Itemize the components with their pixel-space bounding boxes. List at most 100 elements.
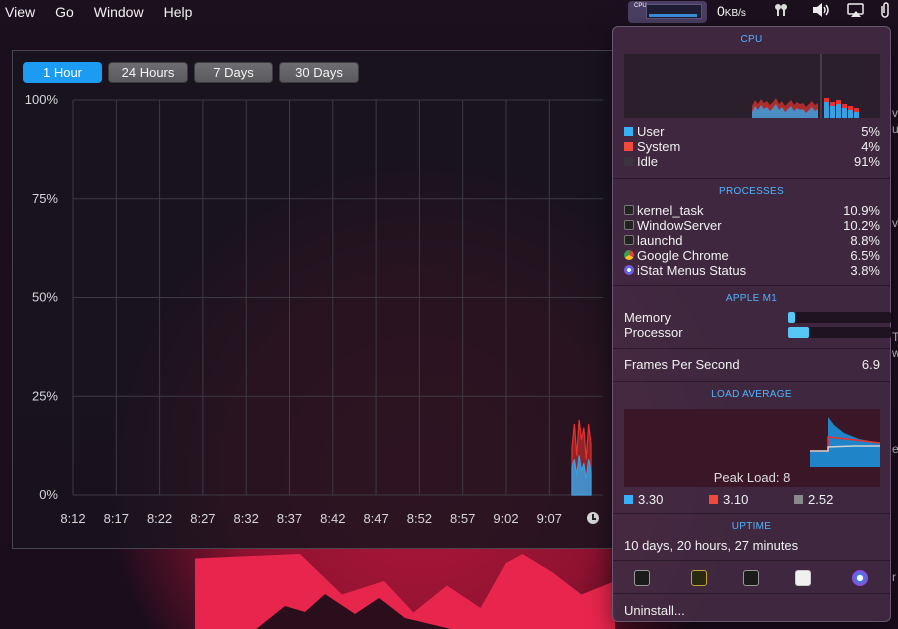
edge-text-fragment: e xyxy=(892,442,898,456)
load-average-section-title: LOAD AVERAGE xyxy=(711,389,792,400)
cpu-system-value: 4% xyxy=(861,139,880,154)
mini-bar xyxy=(854,112,859,118)
divider xyxy=(613,285,890,286)
process-name: WindowServer xyxy=(637,218,722,233)
cpu-row-user: User 5% xyxy=(624,124,880,139)
x-tick-label: 8:22 xyxy=(147,511,172,526)
divider xyxy=(613,381,890,382)
process-cpu: 3.8% xyxy=(850,263,880,278)
mini-bar xyxy=(848,110,853,118)
load-15min-swatch xyxy=(794,495,803,504)
process-row[interactable]: Google Chrome 6.5% xyxy=(624,248,880,263)
screen-mirroring-icon[interactable] xyxy=(847,2,865,23)
uninstall-menu-item[interactable]: Uninstall... xyxy=(624,603,685,618)
process-row[interactable]: WindowServer 10.2% xyxy=(624,218,880,233)
x-tick-label: 8:57 xyxy=(450,511,475,526)
divider xyxy=(613,513,890,514)
network-rate-value: 0 xyxy=(717,3,725,19)
process-name: iStat Menus Status xyxy=(637,263,747,278)
uptime-row: 10 days, 20 hours, 27 minutes xyxy=(624,538,880,553)
fps-row: Frames Per Second 6.9 xyxy=(624,357,880,372)
x-tick-label: 8:17 xyxy=(104,511,129,526)
divider xyxy=(613,593,890,594)
apple-m1-section-title: APPLE M1 xyxy=(725,293,778,304)
x-tick-label: 8:32 xyxy=(234,511,259,526)
y-tick-label: 0% xyxy=(39,487,58,502)
edge-text-fragment: v xyxy=(892,106,898,120)
menu-go[interactable]: Go xyxy=(50,4,89,20)
processor-meter-fill xyxy=(788,327,809,338)
divider xyxy=(613,178,890,179)
divider xyxy=(613,348,890,349)
mini-bar-cap xyxy=(824,98,829,102)
memory-row: Memory xyxy=(624,310,891,325)
menu-view[interactable]: View xyxy=(0,4,50,20)
processor-row: Processor xyxy=(624,325,891,340)
load-5min-swatch xyxy=(709,495,718,504)
load-15min-value: 2.52 xyxy=(808,492,834,507)
user-color-swatch xyxy=(624,127,633,136)
process-cpu: 10.9% xyxy=(843,203,880,218)
load-1min-value: 3.30 xyxy=(638,492,664,507)
network-rate[interactable]: 0KB/s xyxy=(717,3,746,19)
airpods-icon[interactable] xyxy=(773,2,789,23)
cpu-system-label: System xyxy=(637,139,681,154)
cpu-tag: CPU xyxy=(634,3,647,9)
load-5min-value: 3.10 xyxy=(723,492,749,507)
mini-bar xyxy=(824,102,829,118)
mini-bar-cap xyxy=(842,104,847,108)
process-name: launchd xyxy=(637,233,683,248)
cpu-menubar-widget[interactable]: CPU xyxy=(628,1,707,23)
terminal-icon xyxy=(624,220,634,230)
process-row[interactable]: launchd 8.8% xyxy=(624,233,880,248)
menu-bar: View Go Window Help xyxy=(0,0,898,24)
mini-bar-cap xyxy=(836,100,841,104)
y-tick-label: 25% xyxy=(32,388,58,403)
process-row[interactable]: kernel_task 10.9% xyxy=(624,203,880,218)
cpu-mini-graph xyxy=(646,4,702,19)
terminal-icon xyxy=(624,235,634,245)
system-info-icon[interactable] xyxy=(795,570,811,586)
y-tick-label: 75% xyxy=(32,191,58,206)
mini-bar-cap xyxy=(854,108,859,112)
processor-meter xyxy=(788,327,891,338)
process-row[interactable]: iStat Menus Status 3.8% xyxy=(624,263,880,278)
mini-bar xyxy=(836,104,841,118)
mini-bar-cap xyxy=(830,102,835,106)
menu-window[interactable]: Window xyxy=(89,4,159,20)
memory-label: Memory xyxy=(624,310,671,325)
x-tick-label: 8:37 xyxy=(277,511,302,526)
clock-icon[interactable] xyxy=(587,512,599,524)
x-tick-label: 8:47 xyxy=(363,511,388,526)
network-rate-unit: KB/s xyxy=(724,8,746,19)
x-tick-label: 8:42 xyxy=(320,511,345,526)
x-tick-label: 9:07 xyxy=(537,511,562,526)
paperclip-icon[interactable] xyxy=(879,2,891,23)
menu-help[interactable]: Help xyxy=(159,4,208,20)
edge-text-fragment: v xyxy=(892,216,898,230)
cpu-row-idle: Idle 91% xyxy=(624,154,880,169)
load-average-graph: Peak Load: 8 xyxy=(624,409,881,487)
mini-bar-cap xyxy=(848,106,853,110)
x-tick-label: 8:12 xyxy=(60,511,85,526)
y-tick-label: 100% xyxy=(25,92,59,107)
terminal-icon[interactable] xyxy=(743,570,759,586)
uptime-section-title: UPTIME xyxy=(731,521,772,532)
divider xyxy=(613,560,890,561)
istat-menus-icon[interactable] xyxy=(852,570,868,586)
memory-meter xyxy=(788,312,891,323)
console-icon[interactable] xyxy=(691,570,707,586)
load-1min-swatch xyxy=(624,495,633,504)
fps-label: Frames Per Second xyxy=(624,357,740,372)
peak-load-label: Peak Load: 8 xyxy=(713,470,791,485)
cpu-idle-value: 91% xyxy=(853,154,880,169)
istat-cpu-panel: CPU User 5% System 4% Idle 91% PROCESSES… xyxy=(612,26,891,622)
cpu-section-title: CPU xyxy=(740,34,763,45)
activity-monitor-icon[interactable] xyxy=(634,570,650,586)
cpu-idle-label: Idle xyxy=(637,154,658,169)
volume-icon[interactable] xyxy=(812,2,830,23)
processes-section-title: PROCESSES xyxy=(719,186,784,197)
idle-color-swatch xyxy=(624,157,633,166)
process-cpu: 6.5% xyxy=(850,248,880,263)
mini-bar xyxy=(830,106,835,118)
